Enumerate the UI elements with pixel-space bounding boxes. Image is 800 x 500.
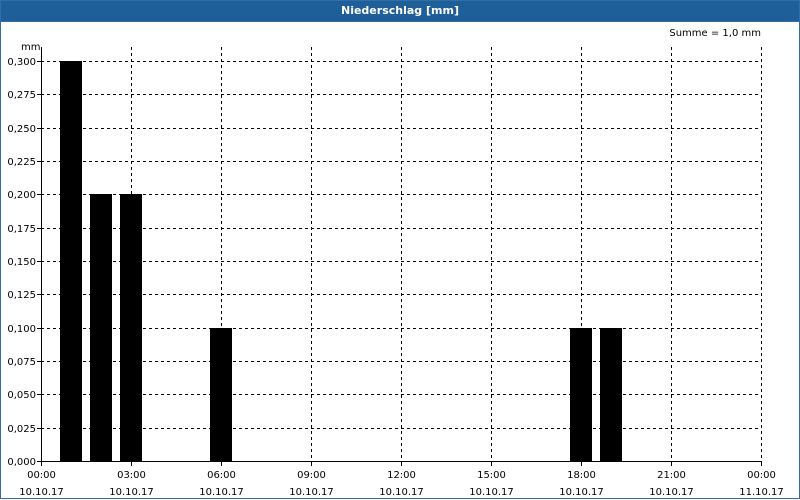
x-tick-date: 10.10.17 xyxy=(379,487,424,498)
y-tick-label: 0,250 xyxy=(7,124,36,135)
y-tick-label: 0,300 xyxy=(7,57,36,68)
x-tick-date: 10.10.17 xyxy=(559,487,604,498)
x-tick-time: 12:00 xyxy=(387,470,416,481)
y-tick-label: 0,000 xyxy=(7,457,36,468)
bar xyxy=(570,328,592,461)
x-tick-time: 09:00 xyxy=(297,470,326,481)
bar xyxy=(60,61,82,461)
x-tick-time: 00:00 xyxy=(27,470,56,481)
x-tick-time: 21:00 xyxy=(657,470,686,481)
bar xyxy=(210,328,232,461)
x-tick-time: 18:00 xyxy=(567,470,596,481)
x-tick-date: 10.10.17 xyxy=(109,487,154,498)
y-tick-label: 0,275 xyxy=(7,90,36,101)
x-tick-date: 10.10.17 xyxy=(19,487,64,498)
bar xyxy=(600,328,622,461)
y-tick-label: 0,200 xyxy=(7,190,36,201)
x-tick-date: 10.10.17 xyxy=(469,487,514,498)
bar xyxy=(90,194,112,461)
grid-lines xyxy=(41,47,762,461)
bar xyxy=(120,194,142,461)
x-tick-time: 06:00 xyxy=(207,470,236,481)
y-tick-label: 0,050 xyxy=(7,390,36,401)
y-tick-label: 0,175 xyxy=(7,224,36,235)
y-tick-label: 0,075 xyxy=(7,357,36,368)
x-tick-date: 10.10.17 xyxy=(649,487,694,498)
x-tick-date: 11.10.17 xyxy=(739,487,784,498)
x-tick-time: 15:00 xyxy=(477,470,506,481)
y-tick-label: 0,125 xyxy=(7,290,36,301)
x-tick-date: 10.10.17 xyxy=(199,487,244,498)
x-tick-date: 10.10.17 xyxy=(289,487,334,498)
x-tick-time: 00:00 xyxy=(747,470,776,481)
sum-annotation: Summe = 1,0 mm xyxy=(669,28,761,39)
y-tick-label: 0,025 xyxy=(7,424,36,435)
x-tick-time: 03:00 xyxy=(117,470,146,481)
y-axis-label: mm xyxy=(21,42,40,53)
y-tick-label: 0,225 xyxy=(7,157,36,168)
precipitation-chart: 0,000 0,025 0,050 0,075 0,100 0,125 0,150 0,175… xyxy=(7,28,784,498)
y-tick-label: 0,100 xyxy=(7,324,36,335)
y-tick-label: 0,150 xyxy=(7,257,36,268)
